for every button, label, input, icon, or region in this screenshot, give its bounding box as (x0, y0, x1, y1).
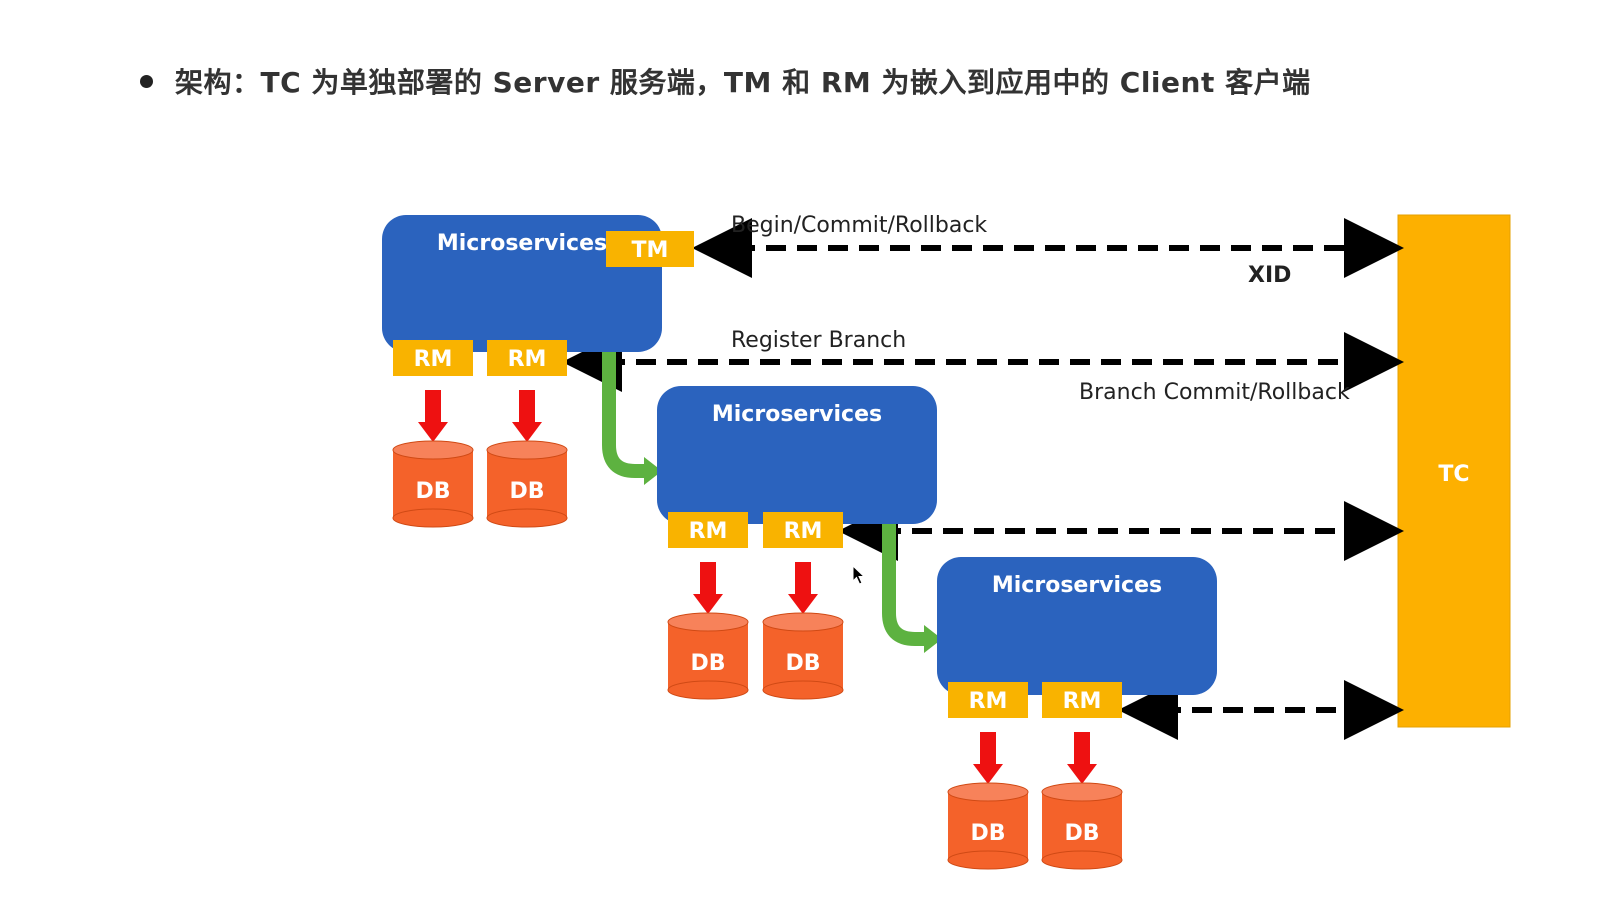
db-cylinder: DB (947, 782, 1029, 870)
red-arrow-head (693, 594, 723, 614)
red-arrow-shaft (795, 562, 811, 596)
rm-label: RM (689, 519, 728, 544)
db-label: DB (970, 821, 1005, 846)
db-cylinder: DB (1041, 782, 1123, 870)
begin-commit-rollback-label: Begin/Commit/Rollback (731, 213, 987, 238)
db-label: DB (1064, 821, 1099, 846)
db-cylinder: DB (762, 612, 844, 700)
red-arrow-shaft (980, 732, 996, 766)
tm-label: TM (632, 238, 669, 263)
db-cylinder: DB (392, 440, 474, 528)
rm-label: RM (508, 347, 547, 372)
rm-label: RM (414, 347, 453, 372)
register-branch-label: Register Branch (731, 328, 906, 353)
rm-label: RM (784, 519, 823, 544)
mouse-cursor-icon (852, 565, 866, 585)
xid-label: XID (1248, 263, 1291, 288)
microservice-label: Microservices (712, 402, 882, 427)
red-arrow-shaft (519, 390, 535, 424)
rm-label: RM (969, 689, 1008, 714)
red-arrow-head (788, 594, 818, 614)
red-arrow-head (418, 422, 448, 442)
red-arrow-head (973, 764, 1003, 784)
services-layer: Microservices TM RM DB RM DB Microservices RM DB… (382, 215, 1217, 870)
red-arrow-head (512, 422, 542, 442)
db-label: DB (415, 479, 450, 504)
db-label: DB (785, 651, 820, 676)
db-cylinder: DB (667, 612, 749, 700)
tc-label: TC (1438, 462, 1469, 487)
branch-commit-rollback-label: Branch Commit/Rollback (1079, 380, 1350, 405)
db-label: DB (509, 479, 544, 504)
db-label: DB (690, 651, 725, 676)
red-arrow-shaft (425, 390, 441, 424)
red-arrow-shaft (1074, 732, 1090, 766)
red-arrow-head (1067, 764, 1097, 784)
microservice-label: Microservices (437, 231, 607, 256)
architecture-diagram: TC Begin/Commit/Rollback XID Register Br… (382, 213, 1511, 870)
rm-label: RM (1063, 689, 1102, 714)
red-arrow-shaft (700, 562, 716, 596)
db-cylinder: DB (486, 440, 568, 528)
tc-box: TC (1397, 214, 1511, 728)
microservice-label: Microservices (992, 573, 1162, 598)
